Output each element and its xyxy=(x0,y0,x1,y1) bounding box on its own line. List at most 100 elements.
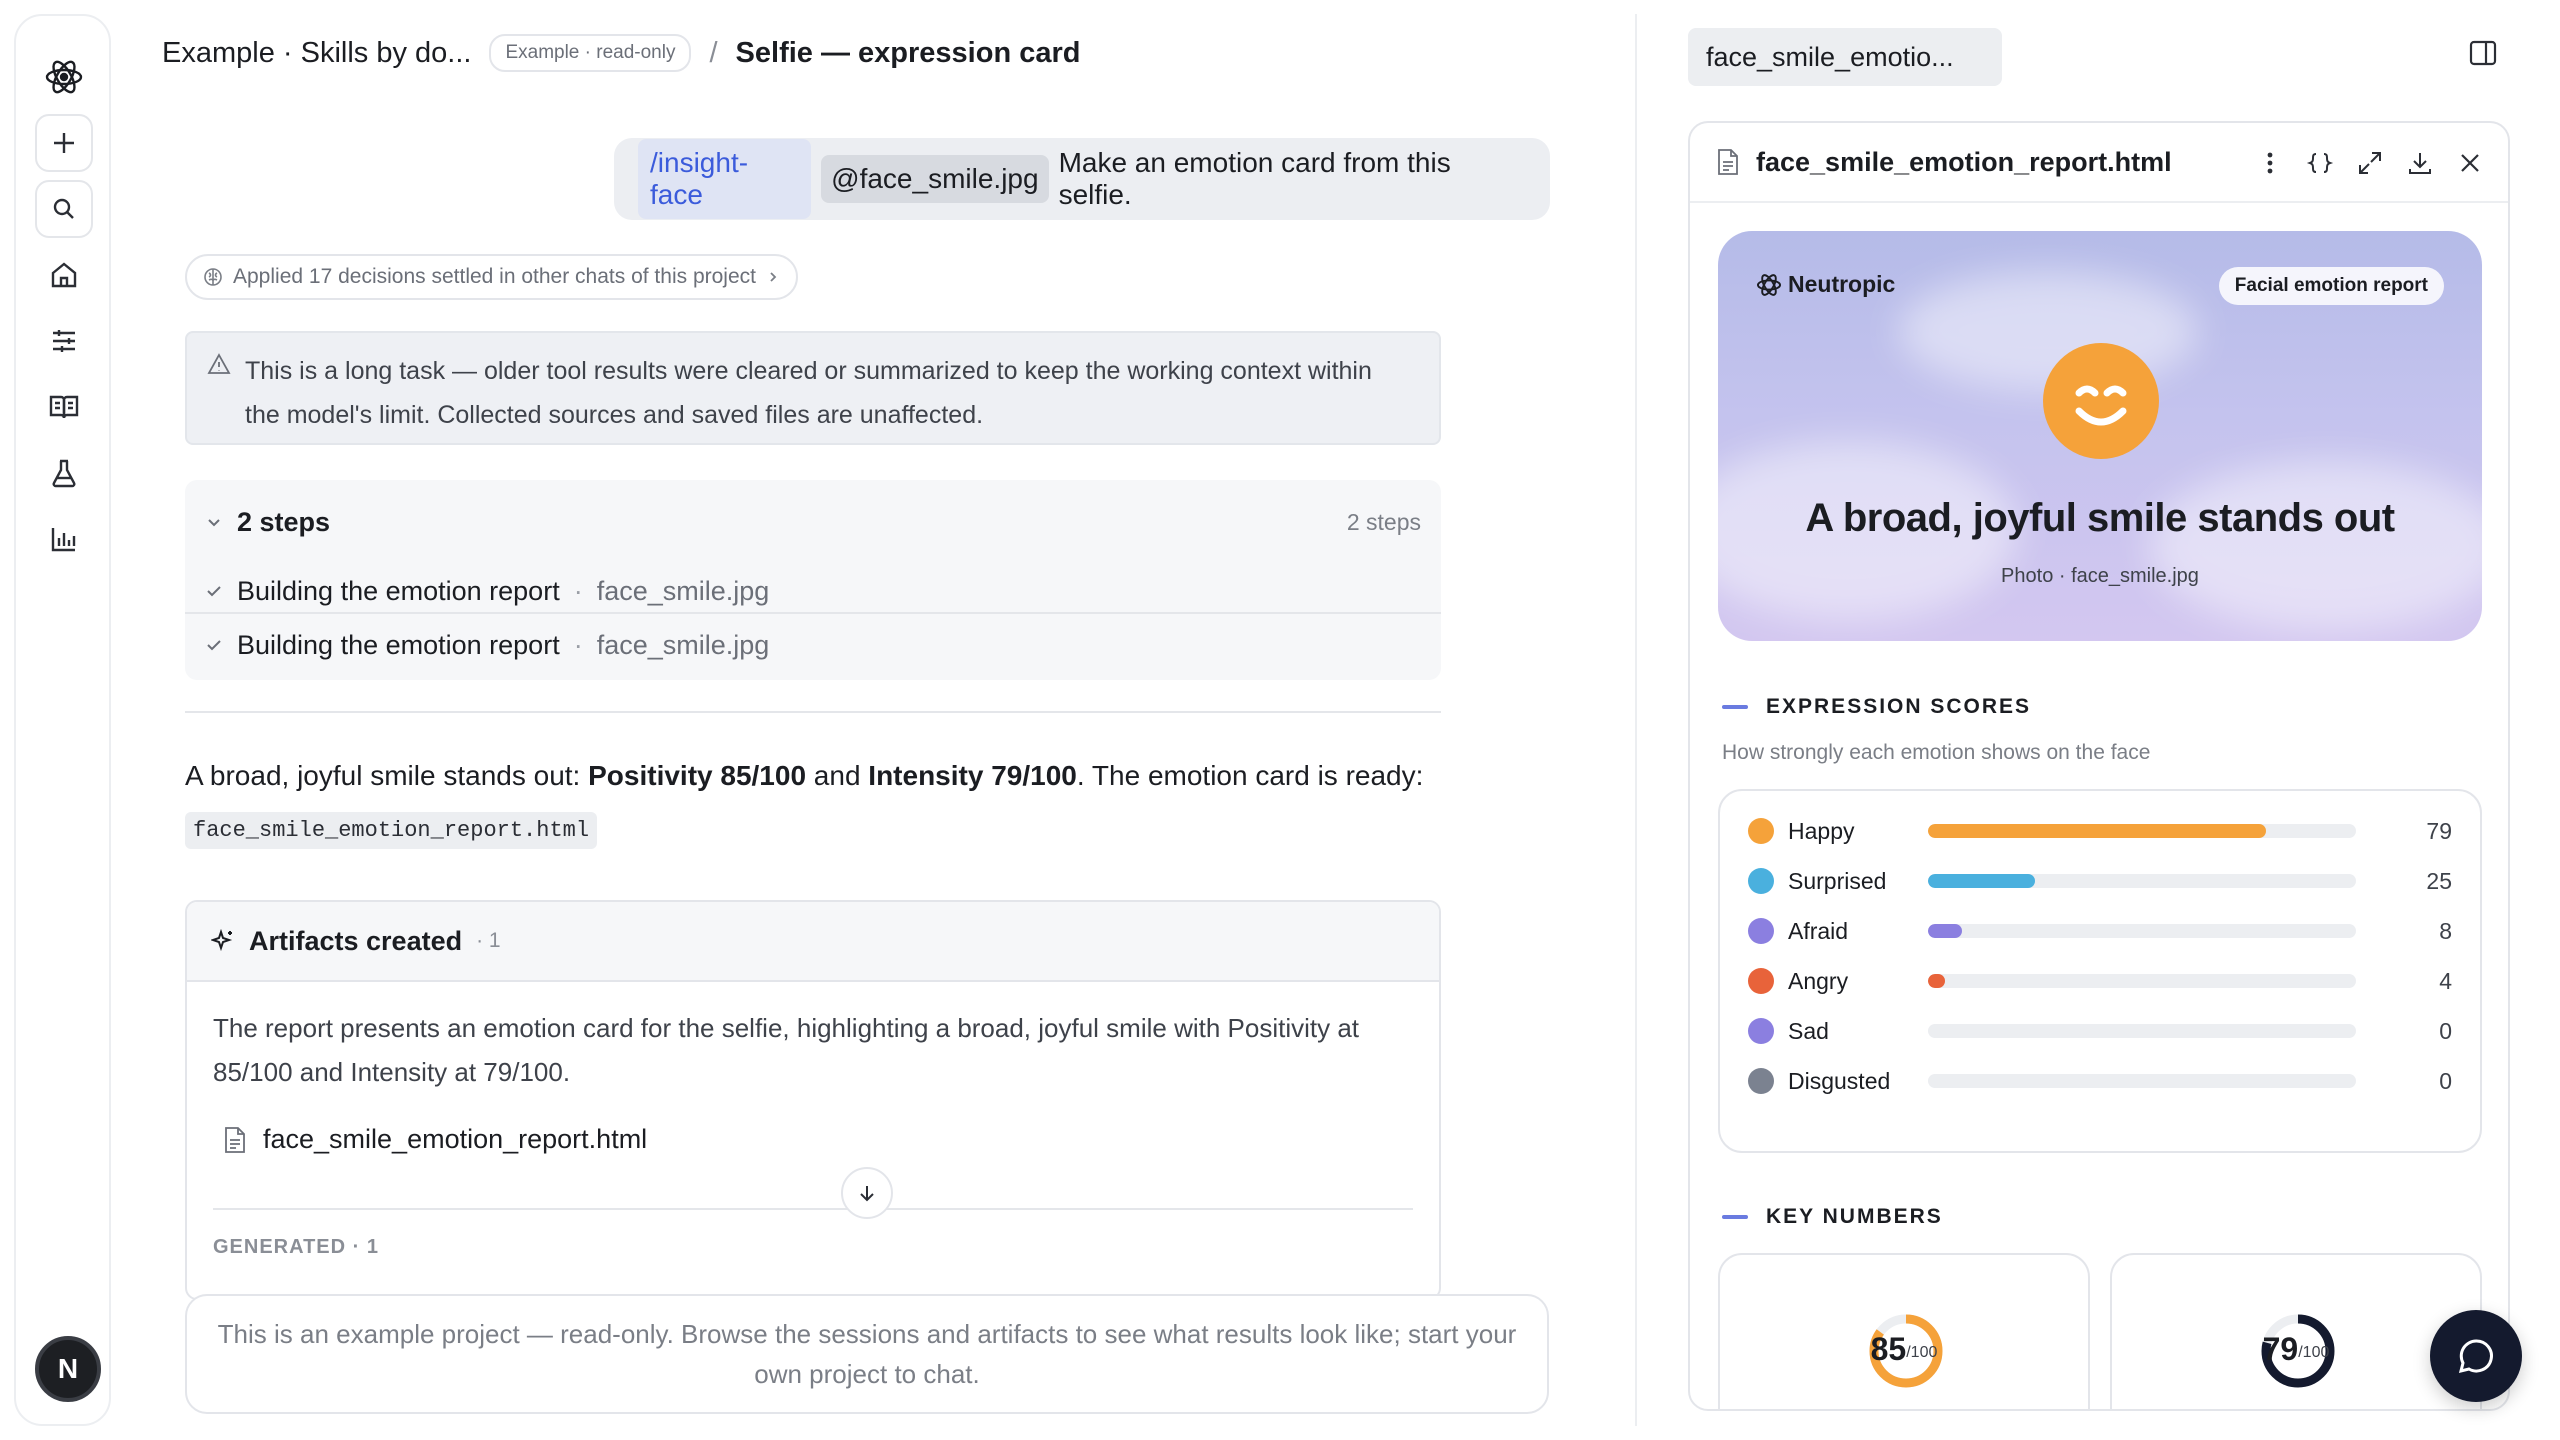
brand-name: Neutropic xyxy=(1788,271,1896,297)
score-value: 0 xyxy=(2439,1017,2452,1044)
file-icon xyxy=(1718,149,1738,175)
answer-and: and xyxy=(806,760,869,791)
section-title: KEY NUMBERS xyxy=(1722,1205,1943,1229)
emotion-icon xyxy=(1748,1068,1774,1094)
left-rail: N xyxy=(14,14,111,1426)
steps-toggle[interactable]: 2 steps 2 steps xyxy=(205,494,1421,550)
avatar[interactable]: N xyxy=(35,1336,101,1402)
emotion-icon xyxy=(1748,818,1774,844)
score-track xyxy=(1928,1024,2356,1038)
chevron-right-icon xyxy=(770,272,777,282)
step-separator: · xyxy=(573,575,583,606)
answer-lead: A broad, joyful smile stands out: xyxy=(185,760,589,791)
steps-title: 2 steps xyxy=(237,506,331,537)
scores-card: Happy 79 Surprised 25 Afraid 8 Angry 4 Sad 0 Disgu… xyxy=(1718,789,2482,1153)
search-icon[interactable] xyxy=(35,180,93,238)
flask-icon[interactable] xyxy=(35,444,93,502)
close-icon[interactable] xyxy=(2456,149,2484,177)
user-message-text: Make an emotion card from this selfie. xyxy=(1058,147,1451,210)
file-tab-label: face_smile_emotio... xyxy=(1706,41,1954,72)
score-label: Sad xyxy=(1788,1017,1829,1044)
assistant-answer: A broad, joyful smile stands out: Positi… xyxy=(185,760,1455,792)
book-icon[interactable] xyxy=(35,378,93,436)
new-chat-button[interactable] xyxy=(35,114,93,172)
atom-logo-icon xyxy=(1756,273,1782,296)
arrow-down-icon xyxy=(860,1186,874,1202)
score-fill xyxy=(1928,924,1963,938)
report-filename-code[interactable]: face_smile_emotion_report.html xyxy=(185,812,598,849)
score-row: Angry 4 xyxy=(1748,961,2452,1001)
sliders-icon[interactable] xyxy=(35,312,93,370)
breadcrumb-separator: / xyxy=(709,36,718,69)
applied-decisions-text: Applied 17 decisions settled in other ch… xyxy=(233,265,756,288)
scores-subtitle: How strongly each emotion shows on the f… xyxy=(1722,741,2151,764)
section-title: EXPRESSION SCORES xyxy=(1722,695,2031,719)
step-label: Building the emotion report xyxy=(237,629,560,660)
key-number-card: 79/100 xyxy=(2110,1253,2482,1409)
chat-fab-button[interactable] xyxy=(2430,1310,2522,1402)
user-message: /insight-face @face_smile.jpg Make an em… xyxy=(614,138,1550,220)
positivity-value: Positivity 85/100 xyxy=(588,760,807,791)
score-label: Afraid xyxy=(1788,917,1849,944)
score-label: Happy xyxy=(1788,817,1855,844)
expand-icon[interactable] xyxy=(2356,149,2384,177)
context-notice: This is a long task — older tool results… xyxy=(185,331,1441,445)
key-number-value: 85 xyxy=(1870,1330,1907,1367)
artifact-file-link[interactable]: face_smile_emotion_report.html xyxy=(223,1124,647,1155)
composer-text: This is an example project — read-only. … xyxy=(217,1319,1517,1389)
divider xyxy=(213,1208,1413,1210)
score-track xyxy=(1928,924,2356,938)
toggle-panel-button[interactable] xyxy=(2468,38,2498,68)
notice-text: This is a long task — older tool results… xyxy=(245,357,1372,429)
chevron-down-icon xyxy=(208,519,220,527)
intensity-value: Intensity 79/100 xyxy=(868,760,1077,791)
score-fill xyxy=(1928,824,2267,838)
score-value: 4 xyxy=(2439,967,2452,994)
emotion-icon xyxy=(1748,868,1774,894)
key-number-card: 85/100 xyxy=(1718,1253,2090,1409)
artifacts-card: Artifacts created · 1 The report present… xyxy=(185,900,1441,1300)
score-value: 25 xyxy=(2426,867,2452,894)
score-value: 79 xyxy=(2426,817,2452,844)
score-track xyxy=(1928,974,2356,988)
scroll-down-button[interactable] xyxy=(841,1167,893,1219)
cloud-decoration xyxy=(2148,461,2482,631)
project-name[interactable]: Example · Skills by do... xyxy=(162,37,471,70)
step-item[interactable]: Building the emotion report · face_smile… xyxy=(205,614,1441,676)
download-icon[interactable] xyxy=(2406,149,2434,177)
score-row: Surprised 25 xyxy=(1748,861,2452,901)
artifacts-header[interactable]: Artifacts created · 1 xyxy=(187,902,1439,982)
sparkle-icon xyxy=(211,929,233,952)
score-track xyxy=(1928,874,2356,888)
sidebar-toggle-icon xyxy=(2469,40,2497,66)
more-vertical-icon[interactable] xyxy=(2256,149,2284,177)
step-separator: · xyxy=(573,629,583,660)
score-row: Disgusted 0 xyxy=(1748,1061,2452,1101)
code-braces-icon[interactable] xyxy=(2306,149,2334,177)
step-label: Building the emotion report xyxy=(237,575,560,606)
answer-tail: . The emotion card is ready: xyxy=(1076,760,1424,791)
report-tag: Facial emotion report xyxy=(2218,267,2444,305)
score-fill xyxy=(1928,874,2035,888)
key-numbers-title: KEY NUMBERS xyxy=(1766,1205,1943,1228)
donut-value: 79/100 xyxy=(2112,1267,2480,1409)
check-icon xyxy=(207,640,221,651)
read-only-badge: Example · read-only xyxy=(489,34,692,72)
score-fill xyxy=(1928,974,1946,988)
applied-decisions-pill[interactable]: Applied 17 decisions settled in other ch… xyxy=(185,254,798,300)
chart-icon[interactable] xyxy=(35,510,93,568)
donut-value: 85/100 xyxy=(1720,1267,2088,1409)
hero-card: Neutropic Facial emotion report A broad,… xyxy=(1718,231,2482,641)
brand-logo: Neutropic xyxy=(1756,271,1895,298)
score-label: Angry xyxy=(1788,967,1849,994)
score-track xyxy=(1928,824,2356,838)
atom-logo-icon[interactable] xyxy=(35,48,93,106)
panel-divider[interactable] xyxy=(1635,14,1637,1426)
command-chip: /insight-face xyxy=(638,139,812,219)
emotion-icon xyxy=(1748,1018,1774,1044)
home-icon[interactable] xyxy=(35,246,93,304)
scores-title: EXPRESSION SCORES xyxy=(1766,695,2032,718)
generated-label: GENERATED · 1 xyxy=(213,1236,379,1258)
check-icon xyxy=(207,586,221,597)
file-tab[interactable]: face_smile_emotio... xyxy=(1688,28,2002,86)
